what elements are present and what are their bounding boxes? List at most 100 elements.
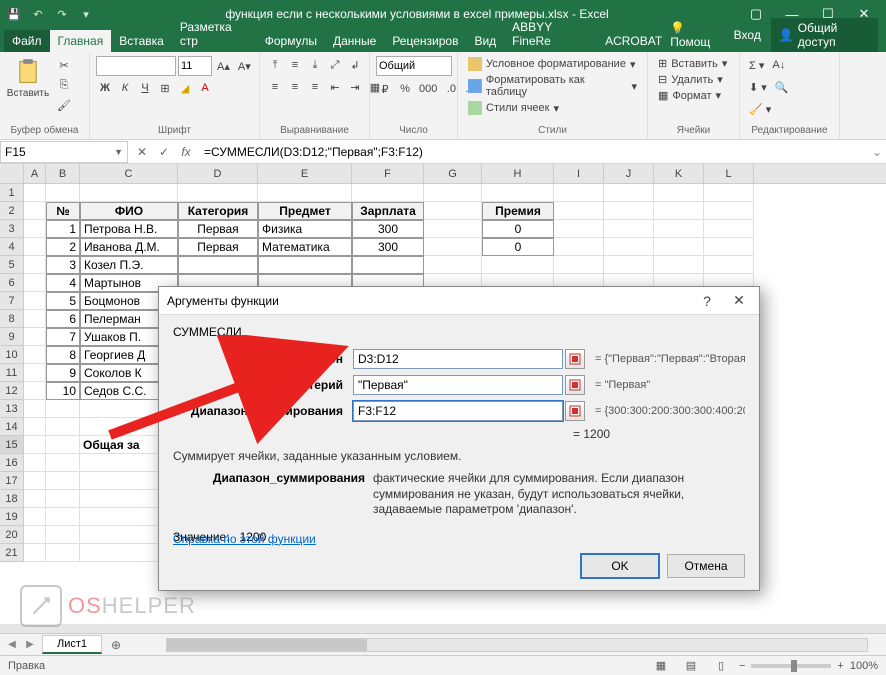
tab-acrobat[interactable]: ACROBAT [597, 30, 670, 52]
sheet-tab[interactable]: Лист1 [42, 635, 102, 654]
cell[interactable] [46, 184, 80, 202]
cell[interactable] [654, 220, 704, 238]
cell[interactable] [554, 238, 604, 256]
zoom-slider[interactable] [751, 664, 831, 668]
align-left-icon[interactable]: ≡ [266, 78, 284, 96]
indent-dec-icon[interactable]: ⇤ [326, 78, 344, 96]
cell[interactable] [482, 184, 554, 202]
cell[interactable] [258, 184, 352, 202]
cell[interactable] [604, 238, 654, 256]
align-top-icon[interactable]: ⤒ [266, 56, 284, 74]
cell[interactable]: 300 [352, 238, 424, 256]
tab-data[interactable]: Данные [325, 30, 384, 52]
row-header[interactable]: 17 [0, 472, 23, 490]
row-header[interactable]: 6 [0, 274, 23, 292]
qa-undo-icon[interactable]: ↶ [28, 4, 48, 24]
comma-icon[interactable]: 000 [416, 80, 440, 98]
copy-icon[interactable]: ⎘ [54, 76, 74, 94]
cell[interactable] [46, 472, 80, 490]
orientation-icon[interactable]: ⤢ [326, 56, 344, 74]
cell[interactable]: 8 [46, 346, 80, 364]
cell[interactable] [46, 526, 80, 544]
cell[interactable]: Зарплата [352, 202, 424, 220]
font-size-select[interactable] [178, 56, 212, 76]
cell[interactable]: 0 [482, 238, 554, 256]
cell[interactable] [258, 256, 352, 274]
sheet-nav-next-icon[interactable]: ▶ [22, 637, 38, 653]
percent-icon[interactable]: % [396, 80, 414, 98]
cell[interactable]: 9 [46, 364, 80, 382]
cell[interactable] [24, 508, 46, 526]
tab-review[interactable]: Рецензиров [384, 30, 466, 52]
autosum-icon[interactable]: Σ ▾ [746, 56, 767, 74]
underline-button[interactable]: Ч [136, 79, 154, 97]
cell[interactable] [554, 256, 604, 274]
row-header[interactable]: 7 [0, 292, 23, 310]
tab-insert[interactable]: Вставка [111, 30, 172, 52]
cell[interactable] [46, 508, 80, 526]
cell[interactable] [46, 418, 80, 436]
qa-redo-icon[interactable]: ↷ [52, 4, 72, 24]
cond-format-button[interactable]: Условное форматирование ▾ [464, 56, 639, 72]
format-painter-icon[interactable]: 🖌 [54, 96, 74, 114]
row-header[interactable]: 2 [0, 202, 23, 220]
row-header[interactable]: 21 [0, 544, 23, 562]
col-header[interactable]: L [704, 164, 754, 183]
align-middle-icon[interactable]: ≡ [286, 56, 304, 74]
cancel-formula-icon[interactable]: ✕ [132, 142, 152, 162]
col-header[interactable]: D [178, 164, 258, 183]
cell[interactable] [46, 490, 80, 508]
cell[interactable]: 2 [46, 238, 80, 256]
row-header[interactable]: 20 [0, 526, 23, 544]
cell[interactable] [46, 436, 80, 454]
cell[interactable] [352, 256, 424, 274]
indent-inc-icon[interactable]: ⇥ [346, 78, 364, 96]
cell[interactable] [24, 202, 46, 220]
cell[interactable] [24, 400, 46, 418]
col-header[interactable]: H [482, 164, 554, 183]
arg-sumrange-ref-icon[interactable] [565, 401, 585, 421]
cell[interactable]: 6 [46, 310, 80, 328]
fill-icon[interactable]: ⬇ ▾ [746, 78, 770, 96]
tab-abbyy[interactable]: ABBYY FineRe [504, 16, 597, 52]
cell[interactable] [554, 184, 604, 202]
cell[interactable] [704, 256, 754, 274]
cell[interactable] [46, 454, 80, 472]
col-header[interactable]: A [24, 164, 46, 183]
delete-cells-button[interactable]: ⊟ Удалить ▾ [654, 72, 727, 87]
currency-icon[interactable]: ₽ [376, 80, 394, 98]
col-header[interactable]: B [46, 164, 80, 183]
cell[interactable]: Предмет [258, 202, 352, 220]
col-header[interactable]: C [80, 164, 178, 183]
dialog-help-icon[interactable]: ? [695, 289, 719, 313]
arg-range-input[interactable] [353, 349, 563, 369]
cell[interactable]: 10 [46, 382, 80, 400]
dialog-ok-button[interactable]: OK [581, 554, 659, 578]
number-format-select[interactable] [376, 56, 452, 76]
row-header[interactable]: 12 [0, 382, 23, 400]
col-header[interactable]: I [554, 164, 604, 183]
arg-range-ref-icon[interactable] [565, 349, 585, 369]
cell[interactable] [24, 418, 46, 436]
dialog-help-link[interactable]: Справка по этой функции [173, 532, 316, 546]
fx-icon[interactable]: fx [176, 142, 196, 162]
cell[interactable] [24, 382, 46, 400]
formula-input[interactable] [200, 145, 868, 159]
tell-me[interactable]: 💡 Помощ [670, 21, 723, 49]
cell[interactable] [424, 202, 482, 220]
sheet-nav-prev-icon[interactable]: ◀ [4, 637, 20, 653]
cell[interactable]: Иванова Д.М. [80, 238, 178, 256]
cell[interactable]: 5 [46, 292, 80, 310]
italic-button[interactable]: К [116, 79, 134, 97]
cell[interactable]: Первая [178, 220, 258, 238]
find-icon[interactable]: 🔍 [772, 78, 792, 96]
cell[interactable]: 0 [482, 220, 554, 238]
qa-save-icon[interactable]: 💾 [4, 4, 24, 24]
cell[interactable] [24, 310, 46, 328]
horizontal-scrollbar[interactable] [166, 638, 868, 652]
arg-sumrange-input[interactable] [353, 401, 563, 421]
col-header[interactable]: K [654, 164, 704, 183]
cell[interactable] [178, 184, 258, 202]
dialog-cancel-button[interactable]: Отмена [667, 554, 745, 578]
cell[interactable] [80, 184, 178, 202]
